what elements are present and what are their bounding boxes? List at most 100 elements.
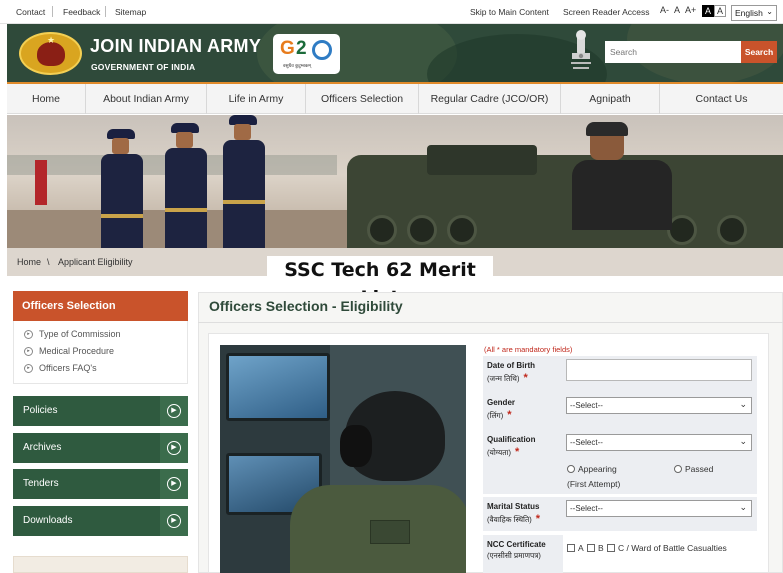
arrow-right-icon: ▶ bbox=[160, 506, 188, 536]
sidebar-button-policies[interactable]: Policies ▶ bbox=[13, 396, 188, 426]
nav-about-indian-army[interactable]: About Indian Army bbox=[86, 84, 207, 114]
contact-link[interactable]: Contact bbox=[16, 7, 45, 17]
soldier-image bbox=[159, 123, 211, 248]
main-navigation: Home About Indian Army Life in Army Offi… bbox=[7, 84, 783, 114]
sidebar-button-downloads[interactable]: Downloads ▶ bbox=[13, 506, 188, 536]
breadcrumb-separator: \ bbox=[47, 257, 50, 267]
gender-cell: --Select-- ⌄ bbox=[563, 393, 757, 430]
radio-circle-icon bbox=[567, 465, 575, 473]
gender-label-hindi: (लिंग) bbox=[487, 411, 504, 420]
g20-digit: 2 bbox=[296, 38, 307, 59]
feedback-link[interactable]: Feedback bbox=[63, 7, 100, 17]
sidebar-button-tenders[interactable]: Tenders ▶ bbox=[13, 469, 188, 499]
gender-label: Gender (लिंग) * bbox=[483, 393, 563, 430]
chevron-down-icon: ⌄ bbox=[766, 7, 773, 16]
flag-image bbox=[35, 160, 47, 205]
appearing-radio[interactable]: Appearing bbox=[567, 464, 617, 474]
nav-home[interactable]: Home bbox=[7, 84, 86, 114]
dob-label-text: Date of Birth bbox=[487, 361, 535, 370]
sidebar-item-officers-faqs[interactable]: ▸ Officers FAQ's bbox=[24, 363, 97, 374]
passed-label: Passed bbox=[685, 464, 714, 474]
sidebar-button-label: Policies bbox=[23, 405, 58, 416]
search-button[interactable]: Search bbox=[741, 41, 777, 63]
soldier-image bbox=[95, 129, 147, 248]
ncc-c-label: C / Ward of Battle Casualties bbox=[618, 543, 727, 553]
sidebar-button-label: Downloads bbox=[23, 515, 73, 526]
divider bbox=[198, 322, 783, 323]
font-normal-button[interactable]: A bbox=[674, 5, 680, 15]
sidebar-item-medical-procedure[interactable]: ▸ Medical Procedure bbox=[24, 346, 114, 357]
chevron-down-icon: ⌄ bbox=[739, 502, 747, 512]
sidebar-item-label: Type of Commission bbox=[39, 329, 121, 339]
site-subtitle: GOVERNMENT OF INDIA bbox=[91, 62, 196, 72]
passed-radio[interactable]: Passed bbox=[674, 464, 713, 474]
ncc-b-checkbox[interactable]: B bbox=[587, 543, 604, 553]
gunner-image bbox=[562, 120, 682, 230]
qualification-cell: --Select-- ⌄ Appearing Passed (First Att… bbox=[563, 430, 757, 494]
font-increase-button[interactable]: A+ bbox=[685, 5, 696, 15]
g20-motto: वसुधैव कुटुम्बकम् bbox=[283, 63, 311, 68]
chevron-down-icon: ⌄ bbox=[739, 436, 747, 446]
checkbox-icon bbox=[587, 544, 595, 552]
qualification-label: Qualification (योग्यता) * bbox=[483, 430, 563, 494]
page-title: Officers Selection - Eligibility bbox=[209, 298, 403, 314]
language-select[interactable]: English ⌄ bbox=[731, 5, 777, 21]
radio-circle-icon bbox=[674, 465, 682, 473]
skip-to-main-link[interactable]: Skip to Main Content bbox=[470, 7, 549, 17]
indian-army-emblem-icon[interactable]: ★ bbox=[19, 32, 82, 75]
overlay-title: SSC Tech 62 Merit List bbox=[267, 256, 493, 309]
chevron-right-icon: ▸ bbox=[24, 330, 33, 340]
nav-officers-selection[interactable]: Officers Selection bbox=[306, 84, 419, 114]
ncc-c-checkbox[interactable]: C / Ward of Battle Casualties bbox=[607, 543, 727, 553]
marital-label-text: Marital Status bbox=[487, 502, 540, 511]
g20-logo[interactable]: G 2 वसुधैव कुटुम्बकम् bbox=[273, 34, 340, 74]
qualification-label-hindi: (योग्यता) bbox=[487, 448, 511, 457]
site-title[interactable]: JOIN INDIAN ARMY bbox=[90, 36, 261, 57]
qualification-select-value: --Select-- bbox=[570, 438, 603, 447]
nav-agnipath[interactable]: Agnipath bbox=[561, 84, 660, 114]
search-input[interactable] bbox=[605, 41, 741, 63]
qualification-label-text: Qualification bbox=[487, 435, 536, 444]
dob-input[interactable] bbox=[566, 359, 752, 381]
breadcrumb-current: Applicant Eligibility bbox=[58, 257, 133, 267]
sidebar-item-type-of-commission[interactable]: ▸ Type of Commission bbox=[24, 329, 121, 340]
site-header: ★ JOIN INDIAN ARMY GOVERNMENT OF INDIA G… bbox=[7, 24, 783, 82]
utility-bar: Contact Feedback Sitemap Skip to Main Co… bbox=[0, 0, 783, 24]
gun-mount-image bbox=[427, 145, 537, 175]
dob-label-hindi: (जन्म तिथि) bbox=[487, 374, 520, 383]
chevron-down-icon: ⌄ bbox=[739, 399, 747, 409]
gender-select[interactable]: --Select-- ⌄ bbox=[566, 397, 752, 414]
g20-lotus-icon bbox=[312, 40, 332, 60]
sitemap-link[interactable]: Sitemap bbox=[115, 7, 146, 17]
g20-letter: G bbox=[280, 38, 295, 59]
headset-icon bbox=[340, 425, 372, 467]
font-decrease-button[interactable]: A- bbox=[660, 5, 669, 15]
dob-label: Date of Birth (जन्म तिथि) * bbox=[483, 356, 563, 393]
ncc-a-label: A bbox=[578, 543, 584, 553]
high-contrast-button[interactable]: A bbox=[702, 5, 715, 17]
marital-label-hindi: (वैवाहिक स्थिति) bbox=[487, 515, 532, 524]
divider bbox=[52, 6, 53, 17]
soldier-image bbox=[217, 115, 269, 248]
checkbox-icon bbox=[607, 544, 615, 552]
normal-contrast-button[interactable]: A bbox=[714, 5, 727, 17]
sidebar-button-archives[interactable]: Archives ▶ bbox=[13, 433, 188, 463]
ncc-a-checkbox[interactable]: A bbox=[567, 543, 584, 553]
appearing-label: Appearing bbox=[578, 464, 617, 474]
breadcrumb-home[interactable]: Home bbox=[17, 257, 41, 267]
marital-status-select[interactable]: --Select-- ⌄ bbox=[566, 500, 752, 517]
required-asterisk: * bbox=[507, 409, 512, 421]
qualification-select[interactable]: --Select-- ⌄ bbox=[566, 434, 752, 451]
nav-contact-us[interactable]: Contact Us bbox=[660, 84, 783, 114]
first-attempt-note: (First Attempt) bbox=[567, 479, 621, 489]
nav-life-in-army[interactable]: Life in Army bbox=[207, 84, 306, 114]
nav-regular-cadre[interactable]: Regular Cadre (JCO/OR) bbox=[419, 84, 561, 114]
required-asterisk: * bbox=[523, 372, 528, 384]
arrow-right-icon: ▶ bbox=[160, 469, 188, 499]
sidebar-bottom-panel bbox=[13, 556, 188, 573]
screen-reader-link[interactable]: Screen Reader Access bbox=[563, 7, 649, 17]
emblem-star: ★ bbox=[47, 35, 56, 45]
sidebar-heading[interactable]: Officers Selection bbox=[13, 291, 188, 321]
marital-status-label: Marital Status (वैवाहिक स्थिति) * bbox=[483, 497, 563, 531]
chevron-right-icon: ▸ bbox=[24, 364, 33, 374]
